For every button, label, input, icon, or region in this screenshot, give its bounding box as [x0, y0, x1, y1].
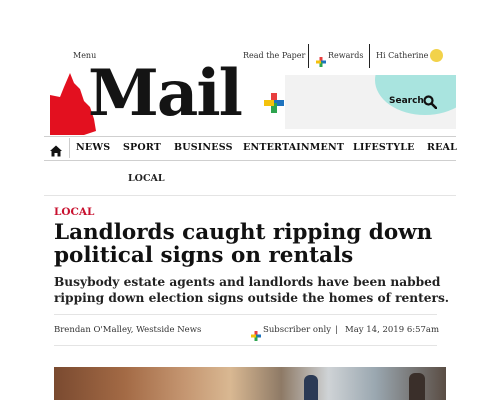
subscriber-plus-icon — [251, 326, 261, 341]
standfirst: Busybody estate agents and landlords hav… — [54, 275, 450, 305]
divider — [44, 160, 456, 161]
byline: Brendan O'Malley, Westside News — [54, 325, 202, 335]
hero-image[interactable] — [54, 367, 446, 400]
nav-item-news[interactable]: NEWS — [76, 142, 110, 153]
nav-item-sport[interactable]: SPORT — [123, 142, 161, 153]
read-the-paper-link[interactable]: Read the Paper — [243, 51, 305, 60]
person-figure — [409, 373, 425, 400]
divider — [44, 195, 456, 196]
timestamp: May 14, 2019 6:57am — [345, 325, 440, 335]
mail-logo[interactable]: Mail — [88, 62, 243, 126]
divider — [54, 314, 437, 315]
account-greeting[interactable]: Hi Catherine — [376, 51, 428, 60]
sub-nav-item-local[interactable]: LOCAL — [128, 173, 165, 184]
coin-icon — [430, 49, 443, 62]
meta-separator: | — [335, 325, 338, 335]
divider — [308, 44, 309, 68]
divider — [369, 44, 370, 68]
nav-item-real-estate[interactable]: REAL — [427, 142, 457, 153]
home-icon[interactable] — [50, 142, 62, 157]
subscriber-badge: Subscriber only — [263, 325, 331, 335]
rewards-plus-icon — [316, 52, 326, 67]
rewards-link[interactable]: Rewards — [328, 51, 363, 60]
nav-item-business[interactable]: BUSINESS — [174, 142, 233, 153]
plus-brand-icon — [264, 93, 284, 113]
divider — [44, 136, 456, 137]
person-figure — [304, 375, 318, 400]
headline: Landlords caught ripping down political … — [54, 220, 433, 268]
search-panel[interactable]: Search — [285, 75, 456, 129]
search-label[interactable]: Search — [389, 96, 424, 106]
search-icon[interactable] — [423, 94, 438, 110]
divider — [54, 345, 437, 346]
divider — [69, 138, 70, 158]
decorative-blob — [375, 75, 456, 115]
section-label[interactable]: LOCAL — [54, 206, 94, 218]
nav-item-lifestyle[interactable]: LIFESTYLE — [353, 142, 415, 153]
nav-item-entertainment[interactable]: ENTERTAINMENT — [243, 142, 344, 153]
